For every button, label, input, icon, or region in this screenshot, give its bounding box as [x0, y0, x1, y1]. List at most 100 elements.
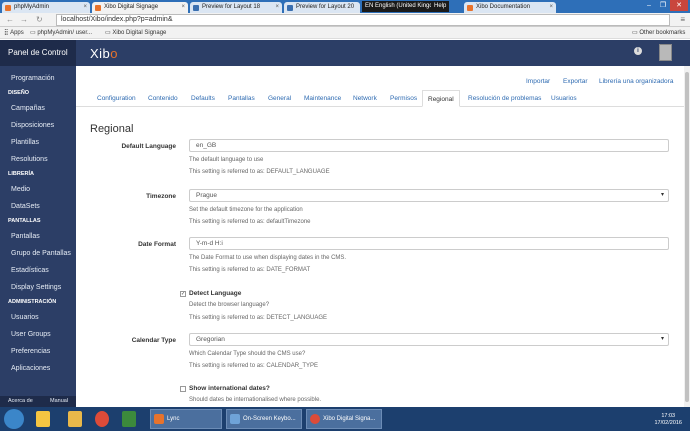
tab-general[interactable]: General — [268, 90, 291, 107]
calendar-type-select[interactable]: Gregorian ▾ — [189, 333, 669, 346]
scrollbar[interactable] — [684, 66, 690, 407]
show-international-dates-label: Show international dates? — [189, 385, 270, 392]
sidebar-item-preferencias[interactable]: Preferencias — [0, 343, 76, 360]
tab-resolucion-de-problemas[interactable]: Resolución de problemas — [468, 90, 541, 107]
sidebar-item-plantillas[interactable]: Plantillas — [0, 134, 76, 151]
tab-defaults[interactable]: Defaults — [191, 90, 215, 107]
sidebar-item-medio[interactable]: Medio — [0, 181, 76, 198]
tab-regional[interactable]: Regional — [422, 90, 460, 107]
forward-icon[interactable]: → — [20, 15, 28, 24]
show-international-dates-checkbox[interactable] — [180, 386, 186, 392]
file-explorer-icon[interactable] — [68, 411, 82, 427]
back-icon[interactable]: ← — [6, 15, 14, 24]
date-format-input[interactable]: Y-m-d H:i — [189, 237, 669, 250]
clock-time: 17:03 — [661, 413, 676, 419]
default-language-input[interactable]: en_GB — [189, 139, 669, 152]
clock[interactable]: 17:03 17/02/2016 — [654, 413, 682, 427]
sidebar-item-aplicaciones[interactable]: Aplicaciones — [0, 360, 76, 377]
clock-date: 17/02/2016 — [654, 420, 682, 426]
tab-maintenance[interactable]: Maintenance — [304, 90, 341, 107]
browser-tab-preview-20[interactable]: Preview for Layout 20 — [284, 2, 360, 13]
sidebar-item-datasets[interactable]: DataSets — [0, 198, 76, 215]
default-language-help: The default language to use — [189, 157, 264, 163]
favicon-icon — [467, 5, 473, 11]
other-bookmarks[interactable]: ▭ Other bookmarks — [632, 27, 685, 39]
export-link[interactable]: Exportar — [563, 78, 588, 85]
browser-tab-label: Xibo Documentation — [476, 4, 531, 10]
taskbar-app-xibo-chrome[interactable]: Xibo Digital Signa... — [306, 409, 382, 429]
sidebar-item-estadisticas[interactable]: Estadísticas — [0, 262, 76, 279]
about-link[interactable]: Acerca de — [8, 396, 33, 407]
internet-explorer-icon[interactable] — [36, 411, 50, 427]
system-tray: 17:03 17/02/2016 — [596, 410, 688, 428]
calendar-type-value: Gregorian — [196, 336, 225, 343]
detect-language-ref: This setting is referred to as: DETECT_L… — [189, 315, 328, 321]
reload-icon[interactable]: ↻ — [36, 15, 43, 24]
sidebar-item-resolutions[interactable]: Resolutions — [0, 151, 76, 168]
tab-configuration[interactable]: Configuration — [97, 90, 136, 107]
timezone-value: Prague — [196, 192, 217, 199]
tab-usuarios[interactable]: Usuarios — [551, 90, 577, 107]
bookmarks-bar: ⣿ Apps ▭ phpMyAdmin/ user... ▭ Xibo Digi… — [0, 27, 690, 39]
url-input[interactable]: localhost/Xibo/index.php?p=admin& — [56, 14, 670, 26]
detect-language-checkbox[interactable]: ✓ — [180, 291, 186, 297]
import-link[interactable]: Importar — [526, 78, 550, 85]
tab-network[interactable]: Network — [353, 90, 377, 107]
library-tidy-link[interactable]: Librería una organizadora — [599, 78, 673, 85]
sidebar-item-usuarios[interactable]: Usuarios — [0, 309, 76, 326]
taskbar-app-onscreen-keyboard[interactable]: On-Screen Keybo... — [226, 409, 302, 429]
close-icon[interactable]: × — [83, 2, 87, 13]
sidebar-footer: Acerca de Manual — [0, 396, 76, 407]
sidebar-section-pantallas: PANTALLAS — [8, 218, 41, 224]
main-content: Importar Exportar Librería una organizad… — [76, 66, 690, 407]
timezone-select[interactable]: Prague ▾ — [189, 189, 669, 202]
help-button[interactable]: Help — [431, 1, 450, 12]
scrollbar-thumb[interactable] — [685, 72, 689, 402]
section-title: Regional — [90, 123, 134, 135]
xibo-logo[interactable]: Xibo — [90, 46, 118, 61]
calendar-type-ref: This setting is referred to as: CALENDAR… — [189, 363, 319, 369]
sidebar-item-user-groups[interactable]: User Groups — [0, 326, 76, 343]
browser-tab-xibo-docs[interactable]: Xibo Documentation × — [464, 2, 556, 13]
sidebar-item-campanas[interactable]: Campañas — [0, 100, 76, 117]
browser-tab-xibo[interactable]: Xibo Digital Signage × — [92, 2, 188, 13]
sidebar: Panel de Control Programación DISEÑO Cam… — [0, 40, 76, 407]
tab-pantallas[interactable]: Pantallas — [228, 90, 255, 107]
apps-bookmark[interactable]: ⣿ Apps — [4, 27, 24, 39]
menu-icon[interactable]: ≡ — [680, 15, 685, 24]
avatar[interactable] — [659, 44, 672, 61]
window-close-icon[interactable]: ✕ — [670, 0, 688, 11]
sidebar-item-pantallas[interactable]: Pantallas — [0, 228, 76, 245]
minimize-icon[interactable]: – — [642, 0, 656, 11]
chrome-icon[interactable] — [95, 411, 109, 427]
favicon-icon — [287, 5, 293, 11]
close-icon[interactable]: × — [181, 2, 185, 13]
browser-tab-preview-18[interactable]: Preview for Layout 18 × — [190, 2, 282, 13]
browser-tab-phpmyadmin[interactable]: phpMyAdmin × — [2, 2, 90, 13]
tab-contenido[interactable]: Contenido — [148, 90, 178, 107]
xibo-bookmark[interactable]: ▭ Xibo Digital Signage — [105, 27, 166, 39]
date-format-label: Date Format — [138, 241, 176, 248]
sidebar-title[interactable]: Panel de Control — [0, 40, 76, 66]
media-player-icon[interactable] — [122, 411, 136, 427]
app-header: Xibo i — [76, 40, 690, 66]
start-button[interactable] — [4, 409, 24, 429]
browser-tab-label: Xibo Digital Signage — [104, 4, 159, 10]
lync-icon — [154, 414, 164, 424]
taskbar-app-lync[interactable]: Lync — [150, 409, 222, 429]
restore-icon[interactable]: ❐ — [656, 0, 670, 11]
sidebar-item-disposiciones[interactable]: Disposiciones — [0, 117, 76, 134]
tab-permisos[interactable]: Permisos — [390, 90, 417, 107]
phpmyadmin-bookmark[interactable]: ▭ phpMyAdmin/ user... — [30, 27, 92, 39]
favicon-icon — [5, 5, 11, 11]
sidebar-item-grupo-de-pantallas[interactable]: Grupo de Pantallas — [0, 245, 76, 262]
sidebar-item-programacion[interactable]: Programación — [0, 70, 76, 87]
info-icon[interactable]: i — [634, 47, 642, 55]
chrome-icon — [310, 414, 320, 424]
timezone-ref: This setting is referred to as: defaultT… — [189, 219, 311, 225]
manual-link[interactable]: Manual — [50, 396, 68, 407]
close-icon[interactable]: × — [275, 2, 279, 13]
sidebar-item-display-settings[interactable]: Display Settings — [0, 279, 76, 296]
close-icon[interactable]: × — [549, 2, 553, 13]
browser-tab-label: Preview for Layout 20 — [296, 4, 355, 10]
